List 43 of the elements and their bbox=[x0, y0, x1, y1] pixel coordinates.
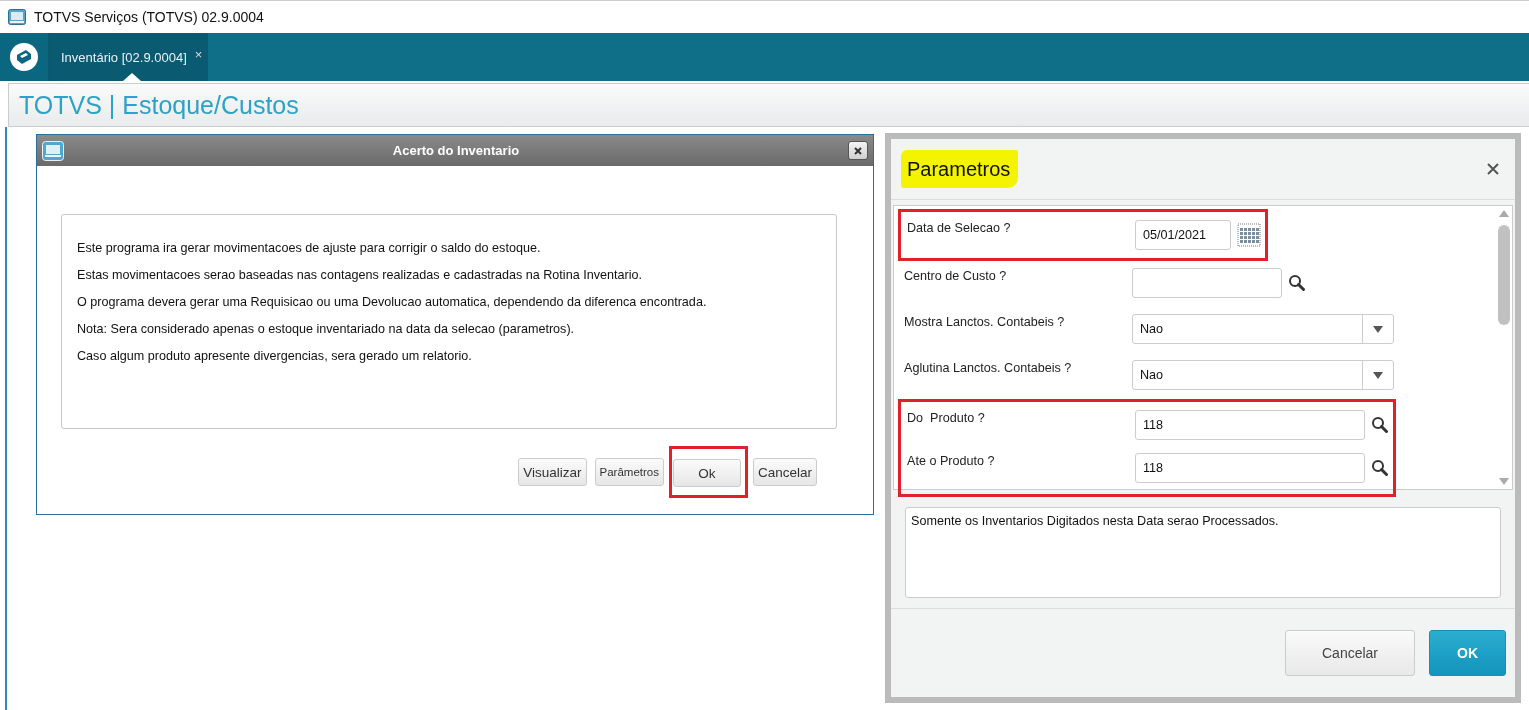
close-icon bbox=[854, 146, 862, 155]
date-field[interactable]: 05/01/2021 bbox=[1135, 220, 1231, 250]
input-field[interactable] bbox=[1132, 268, 1282, 298]
field-label: Mostra Lanctos. Contabeis ? bbox=[904, 314, 1066, 329]
app-icon bbox=[42, 140, 64, 161]
search-icon[interactable] bbox=[1371, 416, 1389, 434]
dialog-title: Acerto do Inventario bbox=[391, 143, 521, 158]
message-text: Este programa ira gerar movimentacoes de ajuste para corrigir o saldo do estoque. bbox=[77, 241, 541, 255]
dropdown[interactable]: Nao bbox=[1132, 360, 1394, 390]
dialog-button[interactable]: Visualizar bbox=[518, 458, 587, 486]
cancel-button[interactable]: Cancelar bbox=[1285, 630, 1415, 676]
message-text: Nota: Sera considerado apenas o estoque inventariado na data da selecao (parametros). bbox=[77, 322, 575, 336]
dialog-button[interactable]: Cancelar bbox=[752, 458, 817, 486]
close-tab-button[interactable]: × bbox=[194, 46, 203, 62]
description-text: Somente os Inventarios Digitados nesta Data serao Processados. bbox=[911, 514, 1279, 528]
search-icon[interactable] bbox=[1288, 274, 1306, 292]
message-text: Caso algum produto apresente divergencias, sera gerado um relatorio. bbox=[77, 349, 472, 363]
field-label: Centro de Custo ? bbox=[904, 268, 1008, 283]
panel-title: Parametros bbox=[901, 149, 1019, 188]
close-button[interactable] bbox=[848, 141, 868, 160]
dropdown[interactable]: Nao bbox=[1132, 314, 1394, 344]
caret-icon bbox=[1373, 325, 1383, 333]
message-text: O programa devera gerar uma Requisicao ou uma Devolucao automatica, dependendo da diferenca encontrada. bbox=[77, 295, 707, 309]
input-field[interactable]: 118 bbox=[1135, 410, 1365, 440]
module-title: TOTVS | Estoque/Custos bbox=[19, 90, 299, 120]
tab-pointer-icon bbox=[123, 73, 141, 81]
calendar-icon[interactable] bbox=[1237, 223, 1261, 247]
message-text: Estas movimentacoes serao baseadas nas contagens realizadas e cadastradas na Rotina Inventario. bbox=[77, 268, 642, 282]
field-label: Do Produto ? bbox=[907, 410, 986, 425]
field-label: Aglutina Lanctos. Contabeis ? bbox=[904, 360, 1073, 375]
logo-icon[interactable] bbox=[8, 41, 40, 73]
field-label: Ate o Produto ? bbox=[907, 453, 996, 468]
dialog-button[interactable]: Ok bbox=[672, 459, 741, 487]
tab-label: Inventário [02.9.0004] bbox=[61, 49, 187, 65]
search-icon[interactable] bbox=[1371, 459, 1389, 477]
tab[interactable]: Inventário [02.9.0004] × bbox=[51, 33, 209, 81]
input-field[interactable]: 118 bbox=[1135, 453, 1365, 483]
caret-icon bbox=[1373, 371, 1383, 379]
window-title: TOTVS Serviços (TOTVS) 02.9.0004 bbox=[34, 9, 264, 25]
field-label: Data de Selecao ? bbox=[907, 220, 1012, 235]
dialog-button[interactable]: Parâmetros bbox=[594, 458, 664, 486]
app-icon bbox=[8, 9, 26, 25]
close-icon[interactable] bbox=[1487, 163, 1499, 175]
